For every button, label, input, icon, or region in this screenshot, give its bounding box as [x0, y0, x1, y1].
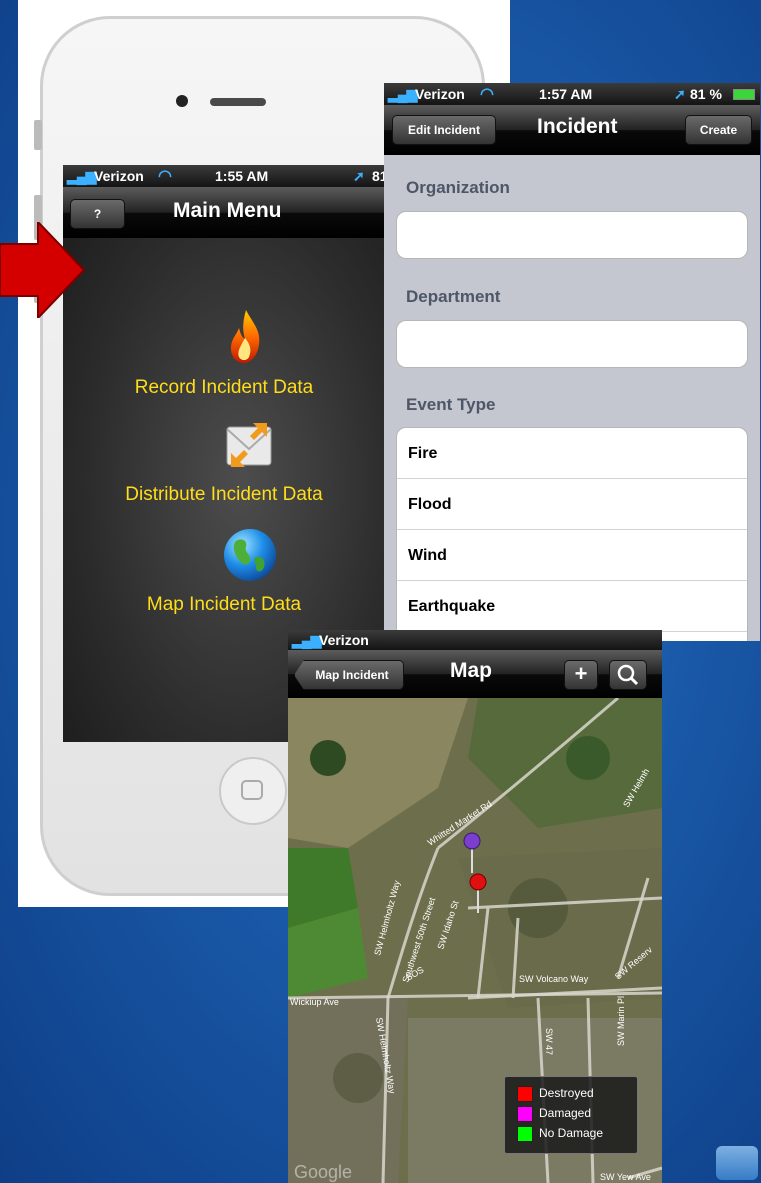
legend-swatch-no-damage [517, 1125, 533, 1142]
event-type-flood[interactable]: Flood [397, 479, 747, 530]
add-button[interactable]: + [564, 660, 598, 690]
search-icon [617, 664, 639, 686]
location-arrow-icon: ➚ [353, 168, 365, 184]
edit-incident-button[interactable]: Edit Incident [392, 115, 496, 145]
map-incident-back-button[interactable]: Map Incident [294, 660, 404, 690]
signal-bars-icon: ▂▄▆ [67, 168, 96, 184]
corner-logo-icon [716, 1146, 758, 1180]
event-type-label: Event Type [406, 395, 496, 414]
nav-bar: Edit Incident Incident Create [384, 105, 760, 155]
status-bar: ▂▄▆ Verizon [288, 630, 662, 650]
phone-speaker [210, 98, 266, 106]
search-button[interactable] [609, 660, 647, 690]
legend-item-damaged: Damaged [517, 1103, 637, 1123]
legend-label: No Damage [539, 1126, 604, 1140]
page-title: Incident [537, 115, 618, 138]
carrier-label: Verizon [94, 168, 144, 184]
department-field[interactable] [396, 320, 748, 368]
red-arrow-icon [0, 222, 86, 318]
event-type-list: Fire Flood Wind Earthquake [396, 427, 748, 641]
clock-label: 1:55 AM [215, 168, 269, 184]
wifi-icon: ◠ [480, 86, 494, 103]
location-arrow-icon: ➚ [674, 86, 686, 102]
create-button[interactable]: Create [685, 115, 752, 145]
street-47: SW 47 [544, 1028, 554, 1055]
status-bar: ▂▄▆ Verizon ◠ 1:55 AM ➚ 81 [63, 165, 388, 187]
wifi-icon: ◠ [158, 168, 172, 185]
event-type-earthquake[interactable]: Earthquake [397, 581, 747, 632]
home-square-icon [241, 780, 263, 800]
nav-bar: Map Incident Map + [288, 650, 662, 698]
status-bar: ▂▄▆ Verizon ◠ 1:57 AM ➚ 81 % [384, 83, 760, 105]
globe-icon[interactable] [222, 527, 278, 588]
page-title: Main Menu [173, 199, 282, 222]
signal-bars-icon: ▂▄▆ [292, 632, 321, 648]
map-incident-data-link[interactable]: Map Incident Data [63, 594, 385, 616]
street-marin: SW Marin Pl [616, 996, 626, 1046]
flame-icon[interactable] [228, 308, 262, 369]
damaged-pin-icon[interactable] [463, 832, 481, 850]
street-volcano: SW Volcano Way [519, 974, 589, 984]
incident-screen: ▂▄▆ Verizon ◠ 1:57 AM ➚ 81 % Edit Incide… [384, 83, 760, 641]
phone-mute-switch [34, 120, 42, 150]
map-watermark: Google [294, 1162, 352, 1182]
clock-label: 1:57 AM [539, 86, 593, 102]
legend-label: Destroyed [539, 1086, 594, 1100]
battery-icon [733, 89, 755, 100]
legend-swatch-damaged [517, 1105, 533, 1122]
camera-icon [176, 95, 188, 107]
street-yew: SW Yew Ave [600, 1172, 651, 1182]
street-wickiup: Wickiup Ave [290, 997, 339, 1007]
organization-label: Organization [406, 178, 510, 197]
legend-item-no-damage: No Damage [517, 1123, 637, 1143]
organization-field[interactable] [396, 211, 748, 259]
legend-item-destroyed: Destroyed [517, 1083, 637, 1103]
destroyed-pin-icon[interactable] [469, 873, 487, 891]
envelope-arrows-icon[interactable] [223, 419, 275, 476]
distribute-incident-data-link[interactable]: Distribute Incident Data [63, 484, 385, 506]
carrier-label: Verizon [415, 86, 465, 102]
map-legend: Destroyed Damaged No Damage [504, 1076, 638, 1154]
carrier-label: Verizon [319, 632, 369, 648]
department-label: Department [406, 287, 501, 306]
event-type-wind[interactable]: Wind [397, 530, 747, 581]
signal-bars-icon: ▂▄▆ [388, 86, 417, 102]
event-type-fire[interactable]: Fire [397, 428, 747, 479]
nav-bar: ? Main Menu [63, 187, 385, 238]
legend-label: Damaged [539, 1106, 592, 1120]
record-incident-data-link[interactable]: Record Incident Data [63, 377, 385, 399]
battery-label: 81 % [690, 86, 722, 102]
map-screen: ▂▄▆ Verizon Map Incident Map + Whitted M… [288, 630, 662, 1183]
legend-swatch-destroyed [517, 1085, 533, 1102]
page-title: Map [450, 659, 492, 682]
